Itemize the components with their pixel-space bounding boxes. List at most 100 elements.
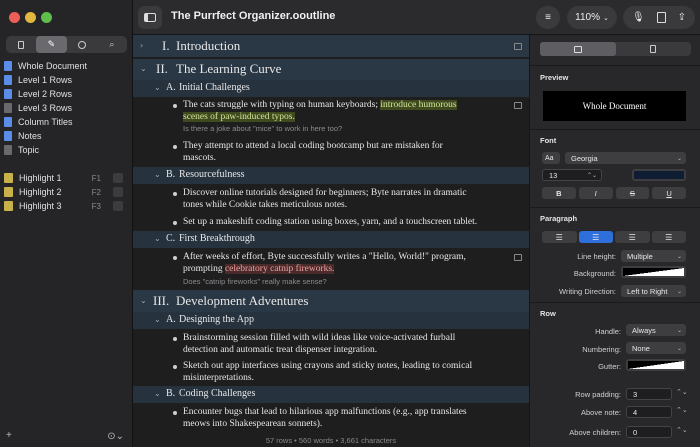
row-text: The Learning Curve	[176, 61, 282, 76]
outline-row-level3[interactable]: Encounter bugs that lead to hilarious ap…	[133, 405, 529, 433]
sidebar-item-level3[interactable]: Level 3 Rows	[4, 101, 129, 115]
align-center-button[interactable]: ☰	[578, 231, 613, 243]
sidebar-item-topic[interactable]: Topic	[4, 143, 129, 157]
font-size-field[interactable]: 13 ⌃⌄	[542, 169, 602, 181]
outline-row-level2[interactable]: ⌄ A. Initial Challenges	[133, 80, 529, 97]
sidebar-item-highlight1[interactable]: Highlight 1 F1	[4, 171, 129, 185]
outline-row-level3[interactable]: Sketch out app interfaces using crayons …	[133, 359, 529, 385]
sidebar-item-highlight3[interactable]: Highlight 3 F3	[4, 199, 129, 213]
style-icon	[4, 89, 12, 99]
line-height-popup[interactable]: Multiple ⌄	[621, 250, 686, 262]
sidebar-item-column-titles[interactable]: Column Titles	[4, 115, 129, 129]
row-text-line: Sketch out app interfaces using crayons …	[183, 361, 473, 371]
outline-row-level2[interactable]: ⌄ C. First Breakthrough	[133, 231, 529, 248]
strikethrough-button[interactable]: S	[615, 187, 650, 199]
stepper-icon[interactable]: ⌃⌄	[676, 388, 688, 396]
italic-button[interactable]: I	[578, 187, 613, 199]
row-number: II.	[156, 61, 168, 76]
outline-row-level3[interactable]: They attempt to attend a local coding bo…	[133, 139, 529, 165]
underline-button[interactable]: U	[652, 187, 686, 199]
outline-row-level1[interactable]: › I. Introduction	[133, 35, 529, 57]
minimize-window-button[interactable]	[25, 12, 36, 23]
sidebar-item-notes[interactable]: Notes	[4, 129, 129, 143]
style-inspector-tab[interactable]	[540, 42, 616, 56]
more-options-icon[interactable]: ⊙⌄	[107, 431, 124, 442]
sidebar-item-whole-document[interactable]: Whole Document	[4, 59, 129, 73]
outline-row-level3[interactable]: The cats struggle with typing on human k…	[133, 98, 529, 136]
toggle-sidebar-button[interactable]	[138, 6, 162, 29]
gutter-color-well[interactable]	[626, 359, 686, 371]
outline-row-level2[interactable]: ⌄ A. Designing the App	[133, 312, 529, 329]
share-icon[interactable]: ⇪	[678, 12, 686, 23]
outline-row-level2[interactable]: ⌄ B. Resourcefulness	[133, 167, 529, 184]
expand-chevron-icon[interactable]: ⌄	[154, 83, 161, 92]
row-text-line: misinterpretations.	[183, 373, 254, 383]
outline-row-level1[interactable]: ⌄ III. Development Adventures	[133, 290, 529, 312]
stepper-icon[interactable]: ⌃⌄	[676, 426, 688, 434]
font-panel-button[interactable]: Aa	[542, 152, 560, 164]
zoom-window-button[interactable]	[41, 12, 52, 23]
expand-chevron-icon[interactable]: ⌄	[154, 315, 161, 324]
highlight-icon	[4, 187, 13, 197]
sidebar-item-level2[interactable]: Level 2 Rows	[4, 87, 129, 101]
align-right-icon: ☰	[628, 232, 636, 242]
sidebar-item-level1[interactable]: Level 1 Rows	[4, 73, 129, 87]
highlight-color-swatch[interactable]	[113, 173, 123, 183]
row-text-line: Brainstorming session filled with wild i…	[183, 333, 456, 343]
outline-row-level3[interactable]: Set up a makeshift coding station using …	[133, 215, 529, 230]
close-window-button[interactable]	[9, 12, 20, 23]
document-tab[interactable]	[6, 36, 36, 53]
numbering-label: Numbering:	[582, 345, 621, 354]
inspector-panel: Preview Whole Document Font Aa Georgia ⌄ …	[529, 35, 700, 447]
microphone-icon[interactable]: 🎙︎	[632, 12, 645, 23]
numbering-popup[interactable]: None ⌄	[626, 342, 686, 354]
outline-row-level2[interactable]: ⌄ B. Coding Challenges	[133, 386, 529, 403]
font-color-well[interactable]	[632, 169, 686, 181]
expand-chevron-icon[interactable]: ⌄	[140, 64, 147, 73]
writing-direction-popup[interactable]: Left to Right ⌄	[621, 285, 686, 297]
outline-row-level3[interactable]: Discover online tutorials designed for b…	[133, 186, 529, 212]
inspector-tabs	[540, 42, 691, 56]
row-text-plain: The cats struggle with typing on human k…	[183, 100, 378, 110]
zoom-popup[interactable]: 110% ⌄	[567, 6, 617, 29]
stepper-icon[interactable]: ⌃⌄	[587, 172, 597, 179]
font-family-popup[interactable]: Georgia ⌄	[565, 152, 686, 164]
document-inspector-tab[interactable]	[616, 42, 692, 56]
highlight-color-swatch[interactable]	[113, 187, 123, 197]
styles-tab[interactable]: ✎	[36, 36, 67, 53]
add-note-icon[interactable]	[656, 12, 666, 23]
align-right-button[interactable]: ☰	[615, 231, 650, 243]
align-left-button[interactable]: ☰	[542, 231, 577, 243]
outline-row-level3[interactable]: Brainstorming session filled with wild i…	[133, 331, 529, 357]
collapse-chevron-icon[interactable]: ›	[140, 41, 143, 50]
sidebar-item-label: Highlight 3	[19, 201, 62, 211]
filter-button[interactable]: ≡	[536, 6, 560, 29]
expand-chevron-icon[interactable]: ⌄	[140, 296, 147, 305]
outline-row-level1[interactable]: ⌄ II. The Learning Curve	[133, 59, 529, 80]
above-children-field[interactable]: 0	[626, 426, 672, 438]
highlight-color-swatch[interactable]	[113, 201, 123, 211]
divider	[530, 129, 700, 130]
row-text: Brainstorming session filled with wild i…	[183, 332, 518, 356]
highlighted-text: scenes of paw-induced typos.	[183, 112, 295, 122]
justify-button[interactable]: ☰	[651, 231, 686, 243]
note-icon[interactable]	[514, 102, 522, 109]
row-number: B.	[166, 169, 176, 180]
note-icon[interactable]	[514, 43, 522, 50]
expand-chevron-icon[interactable]: ⌄	[154, 170, 161, 179]
sidebar-item-highlight2[interactable]: Highlight 2 F2	[4, 185, 129, 199]
stepper-icon[interactable]: ⌃⌄	[676, 406, 688, 414]
above-note-field[interactable]: 4	[626, 406, 672, 418]
handle-popup[interactable]: Always ⌄	[626, 324, 686, 336]
search-tab[interactable]: ⌕	[97, 36, 127, 53]
writing-direction-label: Writing Direction:	[559, 287, 616, 296]
expand-chevron-icon[interactable]: ⌄	[154, 389, 161, 398]
add-icon[interactable]: +	[6, 430, 12, 441]
expand-chevron-icon[interactable]: ⌄	[154, 234, 161, 243]
filter-tab[interactable]	[67, 36, 97, 53]
background-color-well[interactable]	[621, 266, 686, 278]
note-icon[interactable]	[514, 254, 522, 261]
outline-row-level3[interactable]: After weeks of effort, Byte successfully…	[133, 250, 529, 288]
row-padding-field[interactable]: 3	[626, 388, 672, 400]
bold-button[interactable]: B	[542, 187, 576, 199]
